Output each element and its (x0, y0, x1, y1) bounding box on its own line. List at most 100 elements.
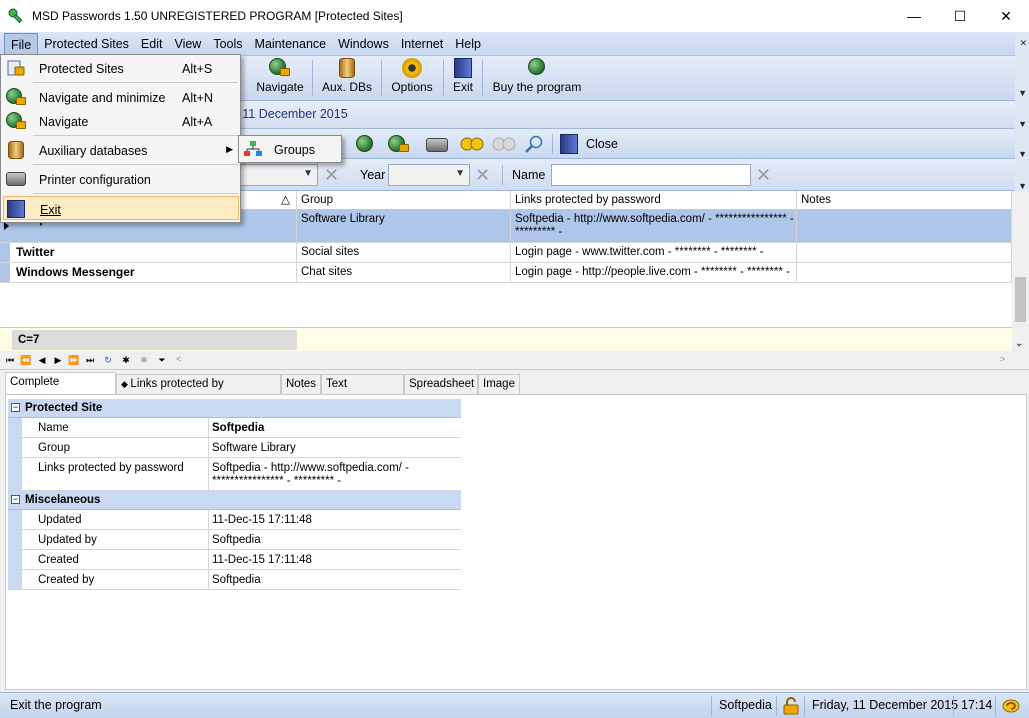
grid-vertical-scrollbar[interactable]: ⌄ (1012, 191, 1029, 351)
first-record-icon[interactable]: ⏮ (2, 353, 18, 367)
prior-record-icon[interactable]: ◀ (34, 353, 50, 367)
next-record-icon[interactable]: ▶ (50, 353, 66, 367)
table-row[interactable]: Windows Messenger Chat sites Login page … (0, 263, 1012, 283)
menu-protected-sites[interactable]: Protected Sites (38, 33, 135, 55)
minimize-button[interactable]: — (891, 0, 937, 32)
cell-links[interactable]: Login page - www.twitter.com - ******** … (511, 243, 797, 262)
clear-group-filter-icon[interactable]: ✕ (324, 165, 339, 186)
scroll-left-icon[interactable]: < (176, 354, 181, 364)
tab-links-protected[interactable]: ◆ Links protected by password (116, 374, 281, 408)
prior-page-icon[interactable]: ⏪ (18, 353, 34, 367)
next-page-icon[interactable]: ⏩ (66, 353, 82, 367)
aux-dbs-button[interactable]: Aux. DBs (320, 58, 374, 98)
property-value[interactable]: Softpedia (209, 570, 461, 589)
property-row[interactable]: Links protected by password Softpedia - … (8, 458, 461, 491)
tab-notes[interactable]: Notes (281, 374, 321, 394)
binoculars-icon[interactable] (460, 134, 484, 154)
menu-edit[interactable]: Edit (135, 33, 169, 55)
menu-item-groups[interactable]: Groups (274, 143, 315, 157)
close-door-icon[interactable] (560, 134, 578, 154)
menu-maintenance[interactable]: Maintenance (249, 33, 333, 55)
scroll-down-icon[interactable]: ⌄ (1015, 338, 1023, 349)
column-header-notes[interactable]: Notes (797, 191, 1012, 210)
scroll-right-icon[interactable]: > (1000, 354, 1005, 364)
menu-item-exit[interactable]: Exit (3, 196, 239, 220)
options-button[interactable]: Options (388, 58, 436, 98)
column-header-group[interactable]: Group (297, 191, 511, 210)
tab-bullet-icon: ◆ (121, 379, 131, 389)
menu-item-auxiliary-databases[interactable]: Auxiliary databases ▶ (3, 138, 239, 162)
table-row[interactable]: Twitter Social sites Login page - www.tw… (0, 243, 1012, 263)
filterbar-options-arrow-icon[interactable]: ▼ (1018, 181, 1027, 191)
cell-notes[interactable] (797, 210, 1012, 242)
printer-icon[interactable] (426, 138, 448, 152)
property-value[interactable]: Softpedia (209, 418, 461, 437)
lock-open-icon[interactable] (783, 697, 799, 715)
menu-item-printer-configuration[interactable]: Printer configuration (3, 167, 239, 191)
refresh-status-icon[interactable] (1002, 698, 1020, 714)
menu-view[interactable]: View (168, 33, 207, 55)
cell-group[interactable]: Chat sites (297, 263, 511, 282)
group-filter-combo[interactable]: ▼ (238, 164, 318, 186)
close-window-button[interactable]: ✕ (983, 0, 1029, 32)
menu-help[interactable]: Help (449, 33, 487, 55)
cell-group[interactable]: Social sites (297, 243, 511, 262)
close-button-label[interactable]: Close (586, 137, 618, 151)
datebar-options-arrow-icon[interactable]: ▼ (1018, 119, 1027, 129)
property-row[interactable]: Created by Softpedia (8, 570, 461, 590)
navigate-button[interactable]: Navigate (254, 58, 306, 98)
property-row[interactable]: Updated by Softpedia (8, 530, 461, 550)
last-record-icon[interactable]: ⏭ (82, 353, 98, 367)
year-filter-combo[interactable]: ▼ (388, 164, 470, 186)
menu-internet[interactable]: Internet (395, 33, 449, 55)
insert-record-icon[interactable]: ✱ (118, 353, 134, 367)
globe-lock-small-icon[interactable] (388, 134, 410, 154)
property-value[interactable]: Softpedia (209, 530, 461, 549)
tab-complete-information[interactable]: Complete information (5, 372, 116, 406)
menu-item-navigate-minimize[interactable]: Navigate and minimize Alt+N (3, 85, 239, 109)
tab-image[interactable]: Image (478, 374, 520, 394)
clear-year-filter-icon[interactable]: ✕ (475, 165, 490, 186)
menu-item-navigate[interactable]: Navigate Alt+A (3, 109, 239, 133)
maximize-button[interactable]: ☐ (937, 0, 983, 32)
cell-links[interactable]: Softpedia - http://www.softpedia.com/ - … (511, 210, 797, 242)
clear-name-filter-icon[interactable]: ✕ (756, 165, 771, 186)
menu-windows[interactable]: Windows (332, 33, 395, 55)
collapse-icon[interactable]: − (11, 403, 20, 412)
tab-spreadsheet[interactable]: Spreadsheet (404, 374, 478, 394)
magnifier-icon[interactable] (524, 134, 546, 154)
toolbar2-options-arrow-icon[interactable]: ▼ (1018, 149, 1027, 159)
menu-item-label: Navigate and minimize (39, 91, 166, 105)
property-row[interactable]: Group Software Library (8, 438, 461, 458)
menu-file[interactable]: File (4, 32, 39, 55)
column-header-links[interactable]: Links protected by password (511, 191, 797, 210)
cell-notes[interactable] (797, 243, 1012, 262)
menubar-close-icon[interactable]: ✕ (1019, 38, 1027, 49)
menu-tools[interactable]: Tools (207, 33, 248, 55)
collapse-icon[interactable]: − (11, 495, 20, 504)
menu-item-protected-sites[interactable]: Protected Sites Alt+S (3, 56, 239, 80)
cell-name[interactable]: Twitter (12, 243, 297, 262)
buy-program-button[interactable]: Buy the program (490, 58, 584, 98)
name-filter-input[interactable] (551, 164, 751, 186)
scrollbar-thumb[interactable] (1015, 277, 1026, 322)
category-protected-site[interactable]: − Protected Site (8, 399, 461, 418)
cell-name[interactable]: Windows Messenger (12, 263, 297, 282)
property-value[interactable]: Software Library (209, 438, 461, 457)
property-value[interactable]: 11-Dec-15 17:11:48 (209, 510, 461, 529)
exit-button[interactable]: Exit (450, 58, 476, 98)
toolbar-options-arrow-icon[interactable]: ▼ (1018, 88, 1027, 98)
property-row[interactable]: Name Softpedia (8, 418, 461, 438)
tab-text-document[interactable]: Text document (321, 374, 404, 408)
cell-links[interactable]: Login page - http://people.live.com - **… (511, 263, 797, 282)
property-row[interactable]: Created 11-Dec-15 17:11:48 (8, 550, 461, 570)
refresh-icon[interactable]: ↻ (100, 353, 116, 367)
property-value[interactable]: 11-Dec-15 17:11:48 (209, 550, 461, 569)
navigate-small-icon[interactable] (356, 134, 378, 154)
cell-notes[interactable] (797, 263, 1012, 282)
cell-group[interactable]: Software Library (297, 210, 511, 242)
property-row[interactable]: Updated 11-Dec-15 17:11:48 (8, 510, 461, 530)
filter-icon[interactable]: ⏷ (154, 353, 170, 367)
category-miscelaneous[interactable]: − Miscelaneous (8, 491, 461, 510)
property-value[interactable]: Softpedia - http://www.softpedia.com/ - … (209, 458, 461, 490)
